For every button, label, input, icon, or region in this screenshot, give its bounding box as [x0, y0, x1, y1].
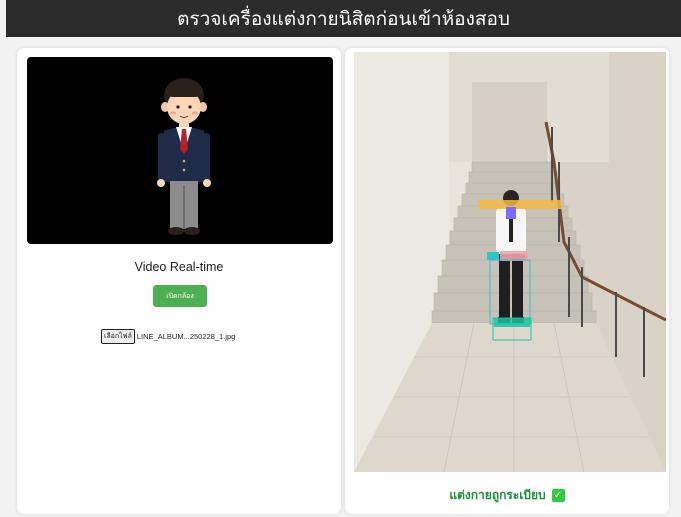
uploaded-photo	[354, 52, 666, 472]
dress-code-result: แต่งกายถูกระเบียบ ✓	[345, 486, 669, 505]
choose-file-button[interactable]: เลือกไฟล์	[101, 329, 135, 344]
file-picker: เลือกไฟล์ LINE_ALBUM...250228_1.jpg	[101, 329, 235, 344]
check-mark-icon: ✓	[551, 489, 565, 502]
page-header: ตรวจเครื่องแต่งกายนิสิตก่อนเข้าห้องสอบ	[6, 0, 681, 37]
result-text: แต่งกายถูกระเบียบ	[449, 488, 546, 502]
selected-file-name: LINE_ALBUM...250228_1.jpg	[136, 332, 236, 341]
open-camera-button[interactable]: เปิดกล้อง	[153, 285, 207, 307]
webcam-card: Video Real-time เปิดกล้อง เลือกไฟล์ LINE…	[17, 48, 341, 514]
result-card: แต่งกายถูกระเบียบ ✓	[345, 48, 669, 514]
student-illustration	[157, 78, 211, 235]
video-realtime-label: Video Real-time	[134, 260, 224, 274]
page-title: ตรวจเครื่องแต่งกายนิสิตก่อนเข้าห้องสอบ	[177, 7, 510, 30]
staircase-photo	[354, 52, 666, 472]
video-preview	[27, 57, 333, 244]
